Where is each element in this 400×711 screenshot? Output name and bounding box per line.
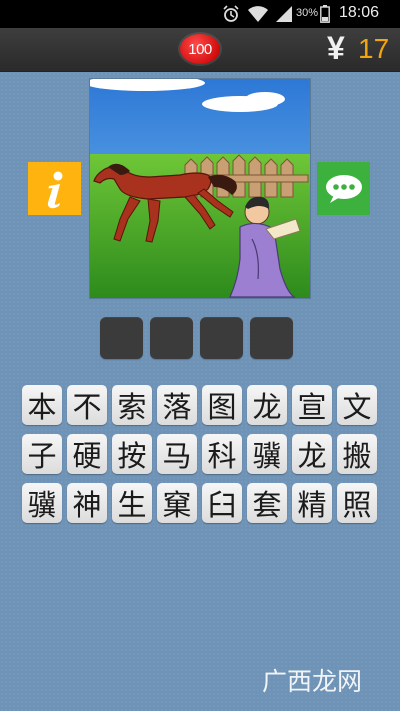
char-tile[interactable]: 搬 (337, 434, 377, 474)
char-tile[interactable]: 臼 (202, 483, 242, 523)
char-tile[interactable]: 马 (157, 434, 197, 474)
level-badge: 100 (180, 34, 220, 64)
char-tile[interactable]: 科 (202, 434, 242, 474)
clock: 18:06 (339, 4, 380, 21)
char-tile[interactable]: 图 (202, 385, 242, 425)
char-tile[interactable]: 落 (157, 385, 197, 425)
top-bar: 100 ¥ 17 (0, 28, 400, 72)
char-tile[interactable]: 骥 (247, 434, 287, 474)
answer-slot[interactable] (100, 317, 143, 359)
signal-icon (276, 6, 292, 22)
battery-percent: 30% (296, 7, 319, 19)
chat-icon (325, 174, 362, 203)
char-tile[interactable]: 套 (247, 483, 287, 523)
char-tile[interactable]: 窠 (157, 483, 197, 523)
char-tile[interactable]: 精 (292, 483, 332, 523)
char-tile[interactable]: 本 (22, 385, 62, 425)
coin-symbol: ¥ (327, 30, 345, 66)
wifi-icon (248, 6, 268, 22)
char-tile[interactable]: 文 (337, 385, 377, 425)
char-tile[interactable]: 骥 (22, 483, 62, 523)
char-tile[interactable]: 不 (67, 385, 107, 425)
char-tile[interactable]: 硬 (67, 434, 107, 474)
info-button[interactable] (28, 162, 81, 215)
puzzle-image (89, 78, 311, 299)
char-tile[interactable]: 龙 (247, 385, 287, 425)
char-tile[interactable]: 索 (112, 385, 152, 425)
watermark: 广西龙网 (262, 660, 392, 700)
char-tile[interactable]: 宣 (292, 385, 332, 425)
char-tile[interactable]: 按 (112, 434, 152, 474)
answer-slot[interactable] (250, 317, 293, 359)
char-tile[interactable]: 子 (22, 434, 62, 474)
horse-and-scholar-illustration (90, 79, 310, 298)
info-icon (47, 171, 62, 208)
alarm-icon (223, 5, 239, 22)
char-tile[interactable]: 照 (337, 483, 377, 523)
battery-icon (320, 5, 330, 23)
char-tile[interactable]: 神 (67, 483, 107, 523)
coin-count: 17 (358, 33, 390, 64)
watermark-text: 广西龙网 (262, 667, 363, 696)
share-button[interactable] (317, 162, 370, 215)
char-tile[interactable]: 龙 (292, 434, 332, 474)
char-tile[interactable]: 生 (112, 483, 152, 523)
answer-slot[interactable] (200, 317, 243, 359)
answer-slot[interactable] (150, 317, 193, 359)
status-bar: 30% 18:06 (0, 0, 400, 28)
